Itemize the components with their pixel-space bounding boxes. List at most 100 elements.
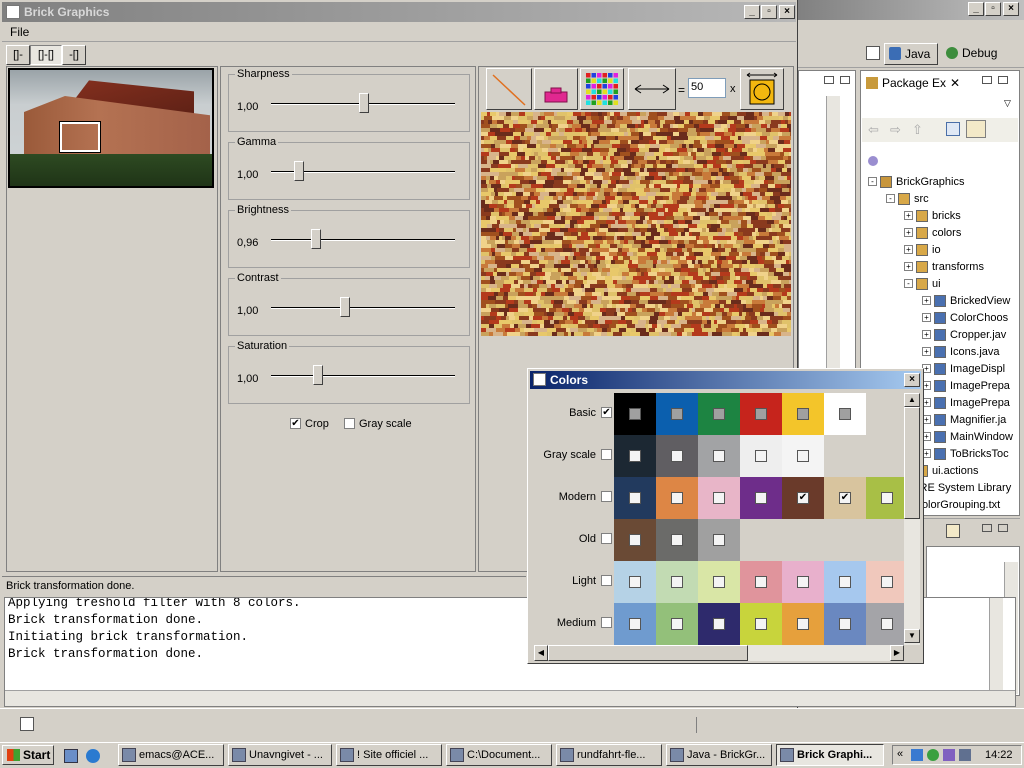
- vscroll-thumb[interactable]: [904, 407, 920, 519]
- color-swatch[interactable]: [740, 393, 782, 435]
- slider-thumb[interactable]: [293, 161, 304, 181]
- color-row-checkbox[interactable]: ✔: [601, 407, 612, 418]
- swatch-checkbox[interactable]: [629, 576, 641, 588]
- tree-expand-toggle[interactable]: +: [904, 228, 913, 237]
- editor-scrollbar[interactable]: [826, 96, 840, 368]
- color-row-checkbox[interactable]: [601, 491, 612, 502]
- minimize-button[interactable]: _: [744, 5, 760, 19]
- maximize-button[interactable]: ▫: [761, 5, 777, 19]
- color-swatch[interactable]: [656, 477, 698, 519]
- eclipse-close-button[interactable]: ×: [1003, 2, 1019, 16]
- vscroll-down-arrow[interactable]: ▼: [904, 629, 920, 643]
- quicklaunch-ie-icon[interactable]: [86, 749, 100, 763]
- collapse-all-icon[interactable]: [946, 122, 960, 136]
- swatch-checkbox[interactable]: [713, 534, 725, 546]
- swatch-checkbox[interactable]: [797, 618, 809, 630]
- swatch-checkbox[interactable]: [755, 618, 767, 630]
- color-swatch[interactable]: [824, 603, 866, 645]
- tree-item[interactable]: + Cropper.jav: [862, 327, 1018, 344]
- tree-item[interactable]: + bricks: [862, 208, 1018, 225]
- swatch-checkbox[interactable]: [755, 492, 767, 504]
- swatch-checkbox[interactable]: [797, 576, 809, 588]
- swatch-checkbox[interactable]: [629, 492, 641, 504]
- hscroll-thumb[interactable]: [548, 645, 748, 661]
- color-swatch[interactable]: [824, 561, 866, 603]
- layout-right-button[interactable]: -[]: [62, 45, 86, 65]
- tree-item[interactable]: + colors: [862, 225, 1018, 242]
- quicklaunch-desktop-icon[interactable]: [64, 749, 78, 763]
- swatch-checkbox[interactable]: [713, 408, 725, 420]
- slider-thumb[interactable]: [340, 297, 351, 317]
- swatch-checkbox[interactable]: [713, 618, 725, 630]
- back-icon[interactable]: ⇦: [868, 122, 879, 138]
- swatch-checkbox[interactable]: [881, 618, 893, 630]
- swatch-checkbox[interactable]: [629, 450, 641, 462]
- tree-item[interactable]: - ui: [862, 276, 1018, 293]
- tree-item[interactable]: - BrickGraphics: [862, 174, 1018, 191]
- open-perspective-icon[interactable]: [866, 46, 880, 60]
- taskbar-task[interactable]: Java - BrickGr...: [666, 744, 772, 766]
- tray-messenger-icon[interactable]: [927, 749, 939, 761]
- slider-track[interactable]: [271, 375, 455, 377]
- color-swatch[interactable]: [614, 393, 656, 435]
- color-swatch[interactable]: [740, 477, 782, 519]
- file-menu[interactable]: File: [10, 25, 29, 39]
- color-swatch[interactable]: ✔: [782, 477, 824, 519]
- tree-item[interactable]: + io: [862, 242, 1018, 259]
- editor-minimize-icon[interactable]: [824, 76, 834, 84]
- tree-expand-toggle[interactable]: +: [922, 313, 931, 322]
- tree-expand-toggle[interactable]: +: [904, 211, 913, 220]
- vscroll-up-arrow[interactable]: ▲: [904, 393, 920, 407]
- color-swatch[interactable]: [656, 561, 698, 603]
- tree-expand-toggle[interactable]: +: [922, 347, 931, 356]
- taskbar-task[interactable]: C:\Document...: [446, 744, 552, 766]
- color-swatch[interactable]: [866, 477, 904, 519]
- crop-check-box[interactable]: ✔: [290, 418, 301, 429]
- color-swatch[interactable]: [782, 435, 824, 477]
- color-swatch[interactable]: [740, 603, 782, 645]
- color-swatch[interactable]: [782, 393, 824, 435]
- colors-hscrollbar[interactable]: ◀ ▶: [534, 645, 904, 661]
- width-arrow-button[interactable]: [628, 68, 676, 110]
- color-swatch[interactable]: [614, 477, 656, 519]
- package-explorer-close-icon[interactable]: ✕: [950, 72, 960, 94]
- swatch-checkbox[interactable]: [755, 576, 767, 588]
- swatch-checkbox[interactable]: [629, 408, 641, 420]
- console-hscrollbar[interactable]: [5, 690, 1015, 706]
- tree-expand-toggle[interactable]: -: [868, 177, 877, 186]
- line-tool-button[interactable]: [486, 68, 532, 110]
- tray-network-icon[interactable]: [911, 749, 923, 761]
- color-swatch[interactable]: [698, 477, 740, 519]
- color-swatch[interactable]: [824, 393, 866, 435]
- brick-mosaic-image[interactable]: [481, 112, 791, 336]
- start-button[interactable]: Start: [2, 745, 54, 765]
- color-swatch[interactable]: [656, 603, 698, 645]
- new-view-icon[interactable]: [20, 717, 34, 731]
- swatch-checkbox[interactable]: [755, 408, 767, 420]
- tree-item[interactable]: + ColorChoos: [862, 310, 1018, 327]
- color-swatch[interactable]: [614, 435, 656, 477]
- swatch-checkbox[interactable]: [671, 408, 683, 420]
- color-swatch[interactable]: ✔: [824, 477, 866, 519]
- swatch-checkbox[interactable]: ✔: [797, 492, 809, 504]
- slider-thumb[interactable]: [312, 365, 323, 385]
- color-row-checkbox[interactable]: [601, 533, 612, 544]
- swatch-checkbox[interactable]: [839, 618, 851, 630]
- colors-close-button[interactable]: ×: [904, 373, 920, 387]
- swatch-checkbox[interactable]: [629, 534, 641, 546]
- hscroll-right-arrow[interactable]: ▶: [890, 645, 904, 661]
- filter-icon[interactable]: [868, 156, 878, 166]
- tree-expand-toggle[interactable]: +: [922, 330, 931, 339]
- swatch-checkbox[interactable]: [629, 618, 641, 630]
- color-swatch[interactable]: [866, 603, 904, 645]
- tree-item[interactable]: + transforms: [862, 259, 1018, 276]
- hscroll-left-arrow[interactable]: ◀: [534, 645, 548, 661]
- palette-button[interactable]: [580, 68, 624, 110]
- color-swatch[interactable]: [782, 603, 824, 645]
- swatch-checkbox[interactable]: [713, 450, 725, 462]
- editor-maximize-icon[interactable]: [840, 76, 850, 84]
- swatch-checkbox[interactable]: [881, 492, 893, 504]
- lower-view-maximize-icon[interactable]: [998, 524, 1008, 532]
- color-row-checkbox[interactable]: [601, 617, 612, 628]
- crop-rectangle[interactable]: [59, 121, 101, 153]
